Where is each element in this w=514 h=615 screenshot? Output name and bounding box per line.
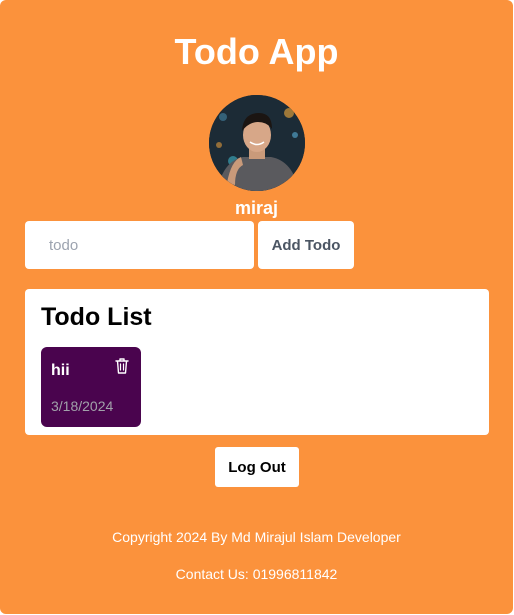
avatar-image	[209, 95, 305, 191]
username: miraj	[234, 198, 279, 218]
logout-button[interactable]: Log Out	[215, 447, 299, 487]
todo-item-date: 3/18/2024	[51, 398, 114, 414]
footer-contact: Contact Us: 01996811842	[175, 566, 338, 582]
todo-list-heading: Todo List	[41, 303, 152, 331]
app-title: Todo App	[174, 31, 339, 72]
add-todo-button[interactable]: Add Todo	[258, 221, 354, 269]
avatar	[209, 95, 305, 191]
footer-copyright: Copyright 2024 By Md Mirajul Islam Devel…	[112, 529, 401, 545]
todo-input[interactable]	[25, 221, 254, 269]
todo-item: hii 3/18/2024	[41, 347, 141, 427]
todo-list-card: Todo List hii 3/18/2024	[25, 289, 489, 435]
app-container: Todo App miraj Add Todo Todo List hii	[0, 0, 513, 614]
todo-item-text: hii	[51, 362, 70, 379]
trash-icon[interactable]	[114, 357, 130, 375]
